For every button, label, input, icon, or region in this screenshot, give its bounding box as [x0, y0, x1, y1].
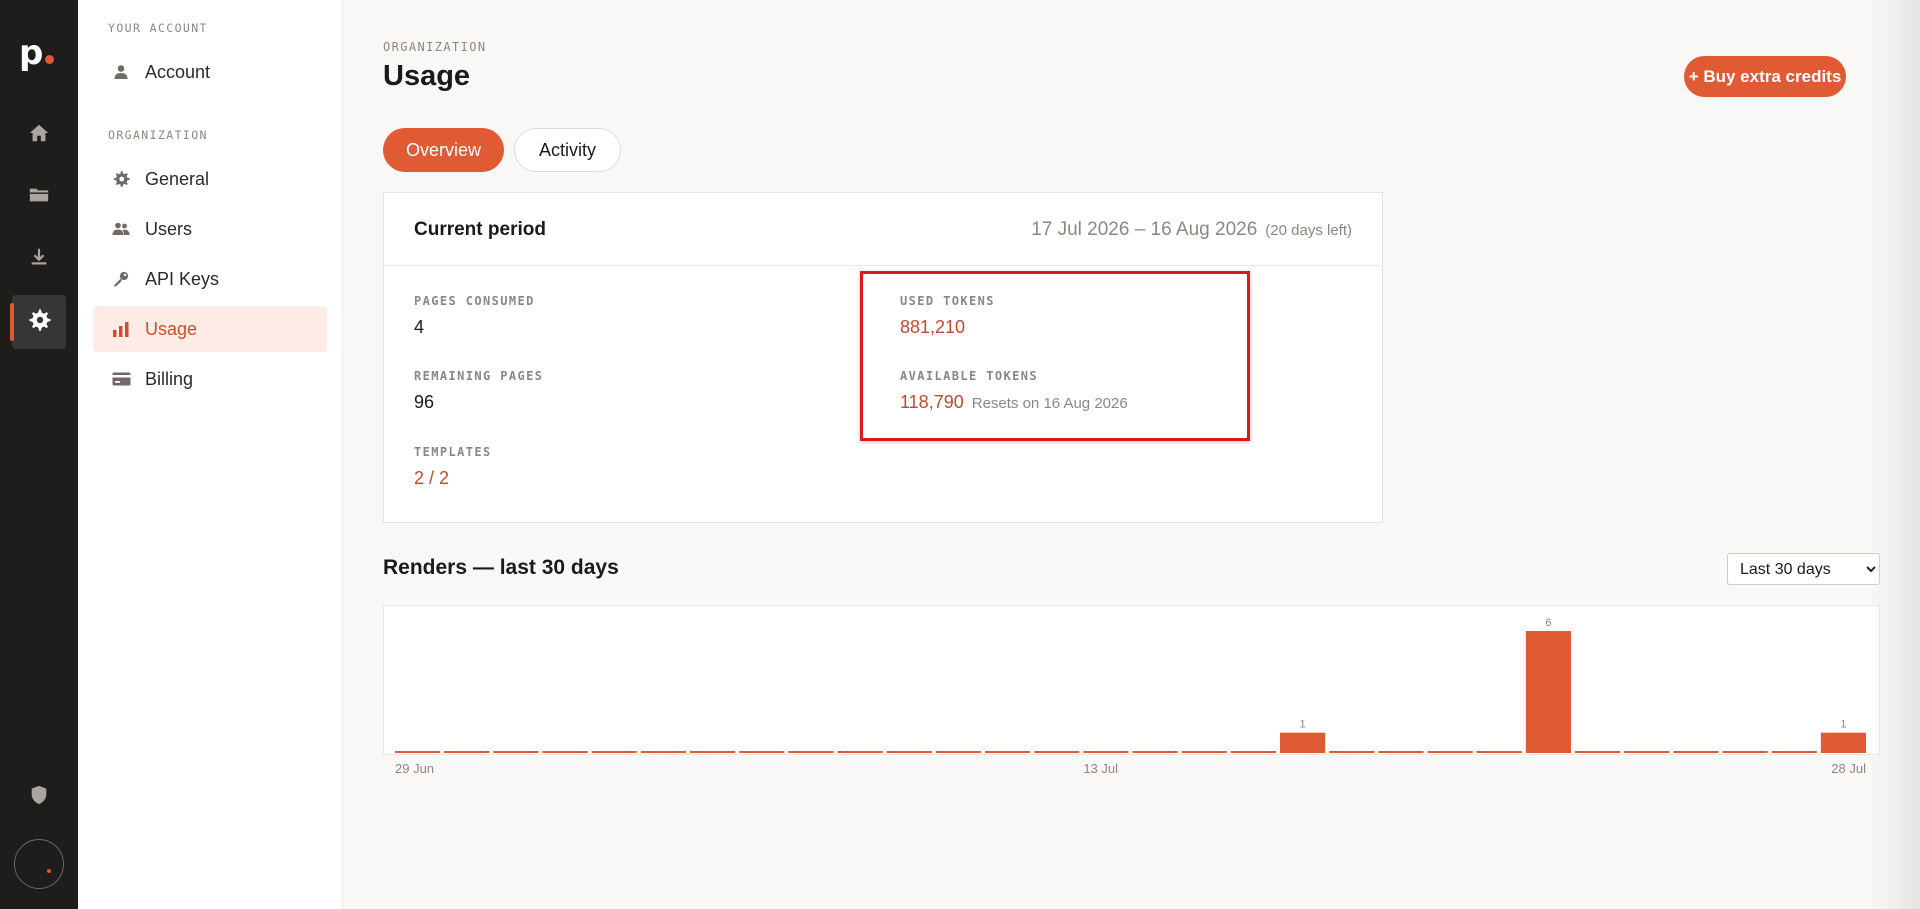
chart-bar-5-jul: [690, 751, 736, 753]
page-section-label: ORGANIZATION: [383, 40, 487, 54]
pages-consumed-value: 4: [414, 317, 425, 337]
templates-label: TEMPLATES: [414, 445, 492, 459]
chart-bar-23-jul: [1575, 751, 1621, 753]
home-icon: [28, 122, 50, 149]
remaining-pages-value: 96: [414, 392, 435, 412]
shield-icon: [28, 784, 50, 811]
chart-bar-15-jul: [1181, 751, 1227, 753]
main-content: ORGANIZATION Usage + Buy extra credits O…: [383, 0, 1880, 909]
chart-bar-7-jul: [788, 751, 834, 753]
available-tokens-value: 118,790: [900, 392, 964, 412]
sidebar-item-account[interactable]: Account: [93, 49, 327, 95]
folder-icon: [28, 184, 50, 211]
renders-title: Renders — last 30 days: [383, 556, 619, 579]
tokens-reset-note: Resets on 16 Aug 2026: [971, 395, 1128, 412]
chart-bar-29-jun: [395, 751, 441, 753]
period-dates: 17 Jul 2026 – 16 Aug 2026 (20 days left): [1031, 219, 1352, 241]
home-nav-button[interactable]: [12, 108, 66, 162]
chart-bar-11-jul: [985, 751, 1031, 753]
current-period-card: Current period 17 Jul 2026 – 16 Aug 2026…: [383, 192, 1383, 523]
credit-card-icon: [111, 369, 131, 389]
chart-bar-22-jul: [1525, 631, 1571, 753]
sidebar-item-users[interactable]: Users: [93, 206, 327, 252]
chart-bar-27-jul: [1771, 751, 1817, 753]
date-range-select[interactable]: Last 30 days: [1727, 553, 1880, 585]
chart-bar-17-jul: [1280, 732, 1326, 753]
download-icon: [28, 246, 50, 273]
chart-bar-9-jul: [886, 751, 932, 753]
sidebar-item-label: Account: [145, 61, 211, 82]
sidebar-item-billing[interactable]: Billing: [93, 356, 327, 402]
chart-bar-20-jul: [1427, 751, 1473, 753]
x-tick-label: 28 Jul: [1831, 761, 1866, 776]
chart-bar-1-jul: [493, 751, 539, 753]
templates-value: 2 / 2: [414, 468, 450, 488]
page-title: Usage: [383, 60, 471, 92]
available-tokens-row: 118,790 Resets on 16 Aug 2026: [900, 392, 1128, 413]
gear-icon: [27, 308, 51, 337]
sidebar-item-api-keys[interactable]: API Keys: [93, 256, 327, 302]
chart-bar-13-jul: [1083, 751, 1129, 753]
chart-bar-24-jul: [1624, 751, 1670, 753]
security-nav-button[interactable]: [12, 770, 66, 824]
chart-data-label: 1: [1300, 719, 1306, 731]
chart-bar-19-jul: [1378, 751, 1424, 753]
pages-consumed-label: PAGES CONSUMED: [414, 294, 535, 308]
available-tokens-label: AVAILABLE TOKENS: [900, 369, 1038, 383]
card-title: Current period: [414, 219, 546, 240]
app-logo[interactable]: p: [19, 36, 55, 70]
avatar[interactable]: [14, 839, 64, 889]
card-header: Current period 17 Jul 2026 – 16 Aug 2026…: [384, 193, 1382, 266]
sidebar-item-label: Users: [145, 218, 193, 239]
buy-extra-credits-button[interactable]: + Buy extra credits: [1684, 56, 1846, 97]
days-left: (20 days left): [1265, 222, 1352, 239]
chart-bar-8-jul: [837, 751, 883, 753]
chart-bar-14-jul: [1132, 751, 1178, 753]
sidebar-item-label: Billing: [145, 368, 194, 389]
chart-data-label: 6: [1545, 617, 1551, 629]
chart-bar-2-jul: [542, 751, 588, 753]
gear-icon: [111, 169, 131, 189]
settings-nav-button[interactable]: [10, 295, 66, 349]
app-rail: p: [0, 0, 78, 909]
used-tokens-label: USED TOKENS: [900, 294, 995, 308]
period-range: 17 Jul 2026 – 16 Aug 2026: [1031, 219, 1258, 240]
chart-bar-21-jul: [1476, 751, 1522, 753]
projects-nav-button[interactable]: [12, 170, 66, 224]
remaining-pages-label: REMAINING PAGES: [414, 369, 544, 383]
sidebar-item-label: API Keys: [145, 268, 220, 289]
account-section-label: YOUR ACCOUNT: [108, 21, 208, 35]
sidebar-item-general[interactable]: General: [93, 156, 327, 202]
chart-bar-4-jul: [640, 751, 686, 753]
chart-bar-28-jul: [1820, 732, 1866, 753]
x-tick-label: 29 Jun: [395, 761, 434, 776]
chart-data-label: 1: [1840, 719, 1846, 731]
downloads-nav-button[interactable]: [12, 232, 66, 286]
bar-chart-icon: [111, 319, 131, 339]
renders-chart: 1 6 1 29 Jun 13 Jul 28 Jul: [395, 617, 1866, 776]
chart-bar-3-jul: [591, 751, 637, 753]
users-icon: [111, 219, 131, 239]
tab-activity[interactable]: Activity: [514, 128, 621, 172]
sidebar-item-usage[interactable]: Usage: [93, 306, 327, 352]
chart-bar-16-jul: [1230, 751, 1276, 753]
x-tick-label: 13 Jul: [1083, 761, 1118, 776]
sidebar-item-label: General: [145, 168, 210, 189]
chart-bar-10-jul: [935, 751, 981, 753]
chart-bar-6-jul: [739, 751, 785, 753]
chart-bar-25-jul: [1673, 751, 1719, 753]
chart-bar-30-jun: [444, 751, 490, 753]
chart-bar-18-jul: [1329, 751, 1375, 753]
user-icon: [111, 62, 131, 82]
key-icon: [111, 269, 131, 289]
organization-section-label: ORGANIZATION: [108, 128, 208, 142]
chart-bar-12-jul: [1034, 751, 1080, 753]
sidebar-item-label: Usage: [145, 318, 198, 339]
tab-overview[interactable]: Overview: [383, 128, 504, 172]
used-tokens-value: 881,210: [900, 317, 966, 337]
chart-bar-26-jul: [1722, 751, 1768, 753]
settings-sidebar: YOUR ACCOUNT Account ORGANIZATION Genera…: [78, 0, 343, 909]
